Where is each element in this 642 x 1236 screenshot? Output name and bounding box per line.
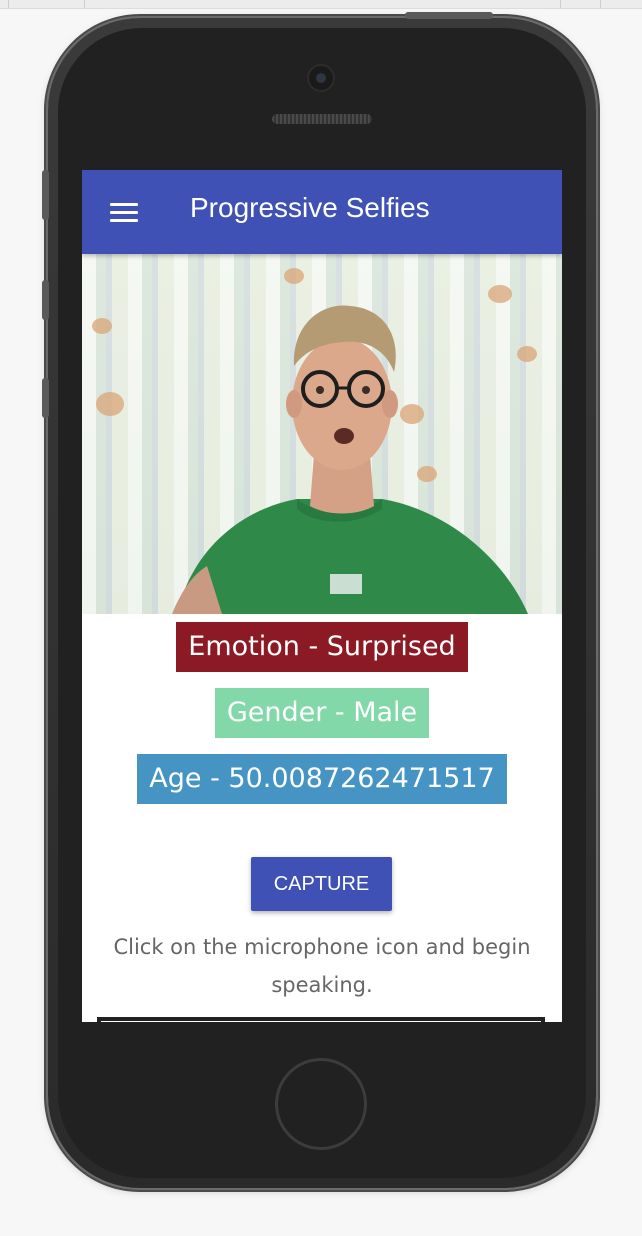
speech-hint: Click on the microphone icon and begin s…: [113, 935, 531, 997]
app-title: Progressive Selfies: [190, 192, 430, 223]
front-camera-icon: [309, 66, 333, 90]
capture-button[interactable]: CAPTURE: [251, 857, 392, 911]
phone-power-button: [405, 12, 493, 19]
phone-speaker: [272, 114, 372, 124]
emotion-badge: Emotion - Surprised: [176, 622, 468, 672]
age-badge: Age - 50.0087262471517: [137, 754, 507, 804]
hamburger-menu-icon[interactable]: [110, 203, 138, 223]
app-bar: Progressive Selfies: [82, 170, 562, 254]
app-screen: Progressive Selfies Emotion - Surprised …: [82, 170, 562, 1022]
phone-mute-switch: [42, 170, 49, 220]
analysis-results: Emotion - Surprised Gender - Male Age - …: [82, 622, 562, 820]
speech-input-box[interactable]: [97, 1017, 545, 1022]
browser-top-strip: [0, 0, 642, 9]
gender-badge: Gender - Male: [214, 688, 430, 738]
home-button[interactable]: [275, 1058, 367, 1150]
selfie-photo: [82, 254, 562, 614]
phone-volume-up: [42, 280, 49, 320]
phone-volume-down: [42, 378, 49, 418]
